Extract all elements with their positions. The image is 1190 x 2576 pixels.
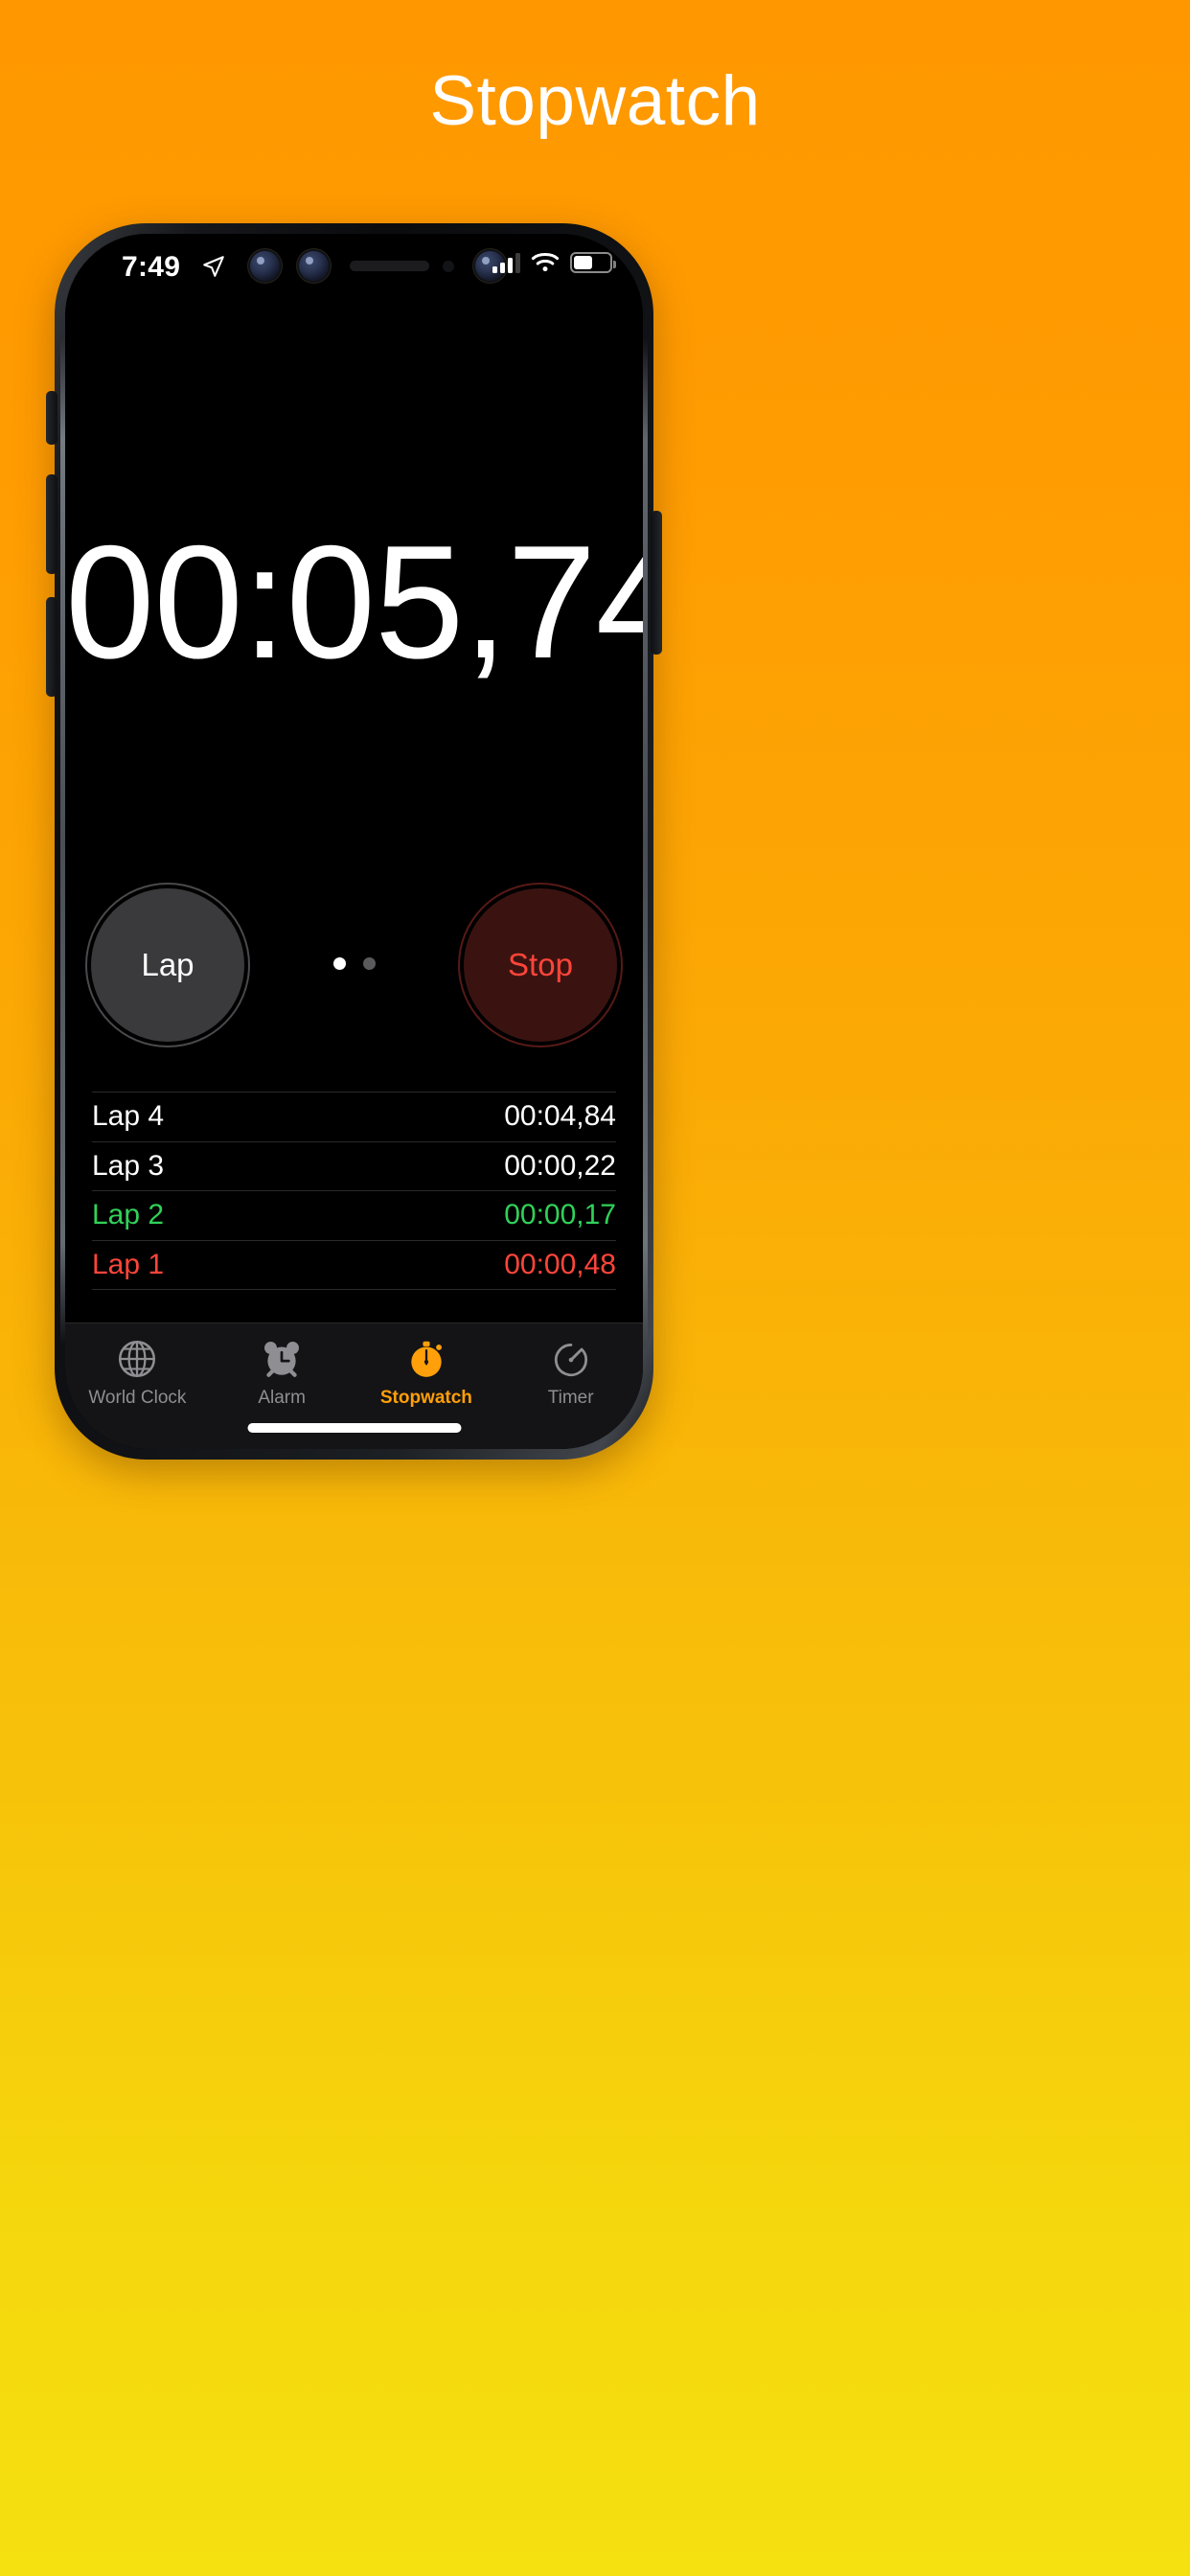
tab-label: Timer xyxy=(547,1388,594,1408)
status-bar: 7:49 xyxy=(65,234,643,303)
lap-name: Lap 2 xyxy=(92,1199,165,1231)
timer-icon xyxy=(554,1344,587,1377)
lap-name: Lap 1 xyxy=(92,1248,165,1280)
volume-up-button[interactable] xyxy=(46,474,57,574)
table-row[interactable]: Lap 1 00:00,48 xyxy=(92,1239,616,1290)
battery-icon xyxy=(570,251,616,273)
page-title: Stopwatch xyxy=(429,61,761,140)
lap-name: Lap 3 xyxy=(92,1149,165,1182)
table-row[interactable]: Lap 2 00:00,17 xyxy=(92,1190,616,1240)
status-bar-indicators xyxy=(492,251,616,273)
location-arrow-icon xyxy=(203,256,224,277)
stopwatch-icon xyxy=(411,1341,442,1377)
tab-world-clock[interactable]: World Clock xyxy=(65,1323,210,1449)
tab-label: Alarm xyxy=(258,1388,306,1408)
depth-sensor-icon xyxy=(299,251,329,281)
home-indicator[interactable] xyxy=(247,1423,461,1433)
cellular-signal-icon xyxy=(492,252,520,273)
alarm-clock-icon xyxy=(264,1342,300,1377)
notch-sensor-array xyxy=(250,249,505,282)
device-bezel: 7:49 00:05,74 Lap Stop Lap 4 00:04,84 La… xyxy=(65,234,643,1449)
tab-label: Stopwatch xyxy=(379,1388,472,1408)
lap-name: Lap 4 xyxy=(92,1100,165,1133)
mute-switch-button[interactable] xyxy=(46,391,57,445)
volume-down-button[interactable] xyxy=(46,597,57,697)
page-dot-1[interactable] xyxy=(332,957,346,970)
stopwatch-time-display: 00:05,74 xyxy=(65,512,643,692)
front-camera-icon xyxy=(250,251,280,281)
device-frame: 7:49 00:05,74 Lap Stop Lap 4 00:04,84 La… xyxy=(46,223,662,1460)
proximity-sensor-icon xyxy=(443,261,454,272)
globe-icon xyxy=(119,1340,156,1378)
tab-timer[interactable]: Timer xyxy=(498,1323,643,1449)
lap-time: 00:00,22 xyxy=(504,1149,616,1182)
table-row[interactable]: Lap 3 00:00,22 xyxy=(92,1140,616,1191)
wifi-icon xyxy=(531,253,560,272)
lap-time: 00:04,84 xyxy=(504,1100,616,1133)
page-dot-2[interactable] xyxy=(362,957,376,970)
table-row[interactable]: Lap 4 00:04,84 xyxy=(92,1092,616,1141)
power-button[interactable] xyxy=(651,511,662,655)
lap-time: 00:00,17 xyxy=(504,1199,616,1231)
phone-device-mockup: 7:49 00:05,74 Lap Stop Lap 4 00:04,84 La… xyxy=(46,223,662,1460)
earpiece-speaker xyxy=(350,261,429,271)
status-bar-time: 7:49 xyxy=(122,251,181,283)
stopwatch-controls: Lap Stop xyxy=(65,888,643,1042)
tab-label: World Clock xyxy=(88,1388,187,1408)
phone-screen: 7:49 00:05,74 Lap Stop Lap 4 00:04,84 La… xyxy=(65,234,643,1449)
lap-time: 00:00,48 xyxy=(504,1248,616,1280)
stop-button[interactable]: Stop xyxy=(464,888,617,1042)
